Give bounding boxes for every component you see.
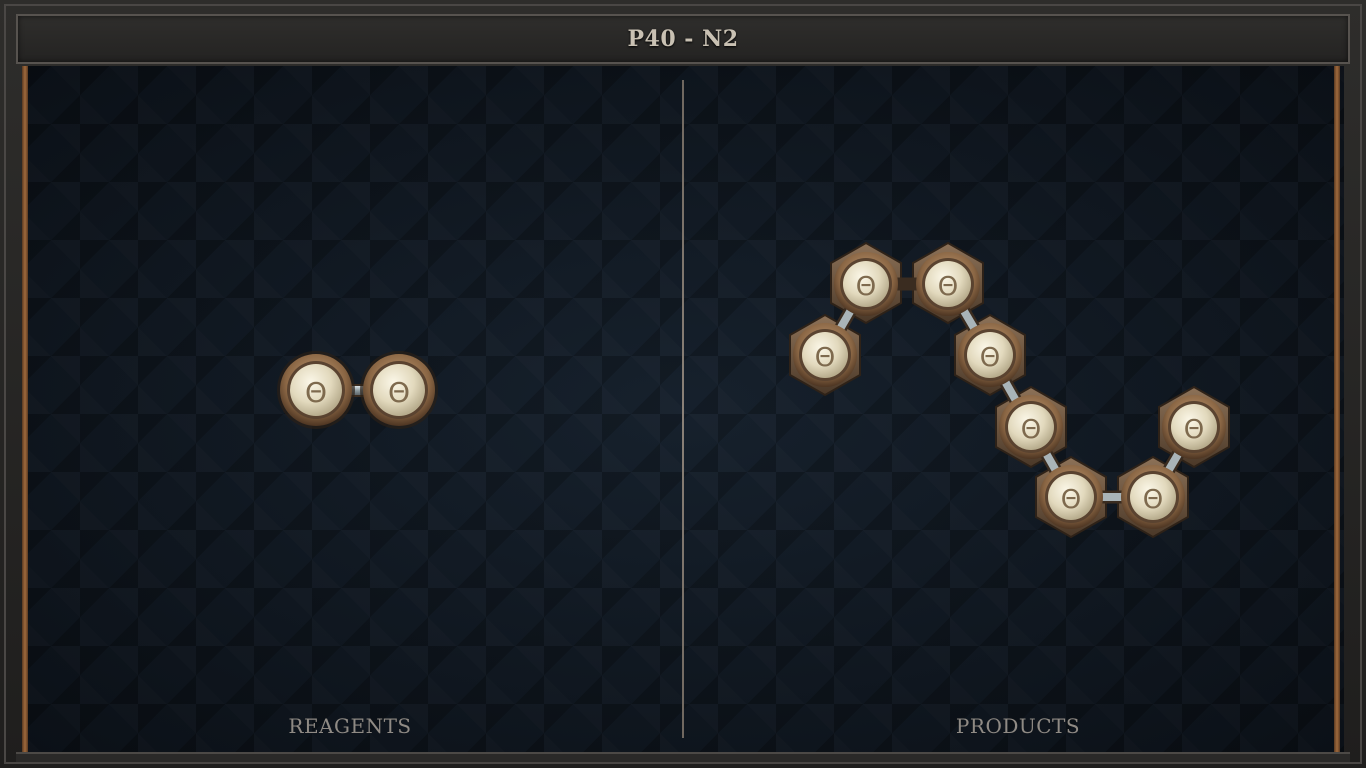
atom-symbol: Θ bbox=[1184, 415, 1204, 445]
product-atom: Θ bbox=[958, 323, 1022, 387]
reagent-atom: Θ bbox=[360, 351, 438, 429]
game-window-frame: P40 - N2 REAGENTS PRODUCTS Θ Θ Θ Θ Θ Θ Θ… bbox=[0, 0, 1366, 768]
reagent-atom: Θ bbox=[277, 351, 355, 429]
product-atom: Θ bbox=[1039, 465, 1103, 529]
reagent-molecule: Θ Θ bbox=[277, 351, 438, 429]
product-atom: Θ bbox=[1121, 465, 1185, 529]
atom-symbol: Θ bbox=[1061, 485, 1081, 515]
product-atom: Θ bbox=[999, 395, 1063, 459]
atom-symbol: Θ bbox=[1021, 415, 1041, 445]
atom-symbol: Θ bbox=[856, 272, 876, 302]
product-atom: Θ bbox=[1162, 395, 1226, 459]
product-atom: Θ bbox=[916, 252, 980, 316]
atom-symbol: Θ bbox=[980, 343, 1000, 373]
atom-symbol: Θ bbox=[1143, 485, 1163, 515]
atom-symbol: Θ bbox=[388, 376, 410, 409]
atom-symbol: Θ bbox=[938, 272, 958, 302]
product-atom: Θ bbox=[793, 323, 857, 387]
molecule-layer: Θ Θ Θ Θ Θ Θ Θ Θ Θ Θ bbox=[277, 241, 1230, 539]
atom-symbol: Θ bbox=[815, 343, 835, 373]
atom-symbol: Θ bbox=[305, 376, 327, 409]
product-atom: Θ bbox=[834, 252, 898, 316]
